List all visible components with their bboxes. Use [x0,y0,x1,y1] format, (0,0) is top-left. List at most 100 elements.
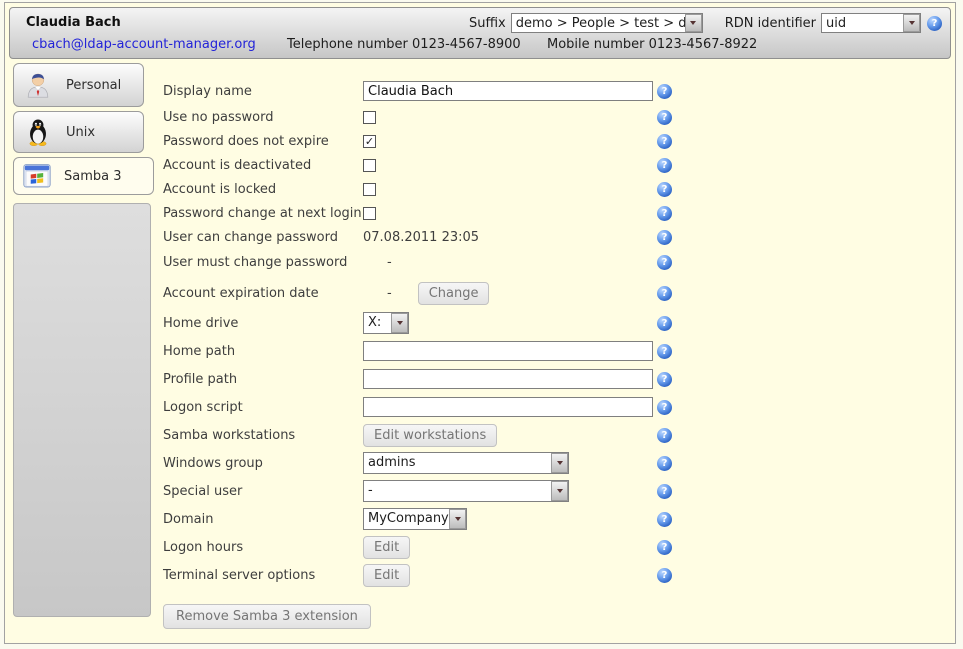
logon-hours-label: Logon hours [163,540,363,555]
home-drive-select[interactable]: X: [363,312,409,334]
help-icon[interactable]: ? [657,286,672,301]
domain-label: Domain [163,512,363,527]
home-drive-label: Home drive [163,316,363,331]
help-icon[interactable]: ? [657,372,672,387]
help-icon[interactable]: ? [657,206,672,221]
password-change-at-next-login-checkbox[interactable] [363,207,376,220]
logon-script-input[interactable] [363,397,653,417]
help-icon[interactable]: ? [657,428,672,443]
windows-group-select[interactable]: admins [363,452,569,474]
tab-personal[interactable]: Personal [13,63,144,107]
help-icon[interactable]: ? [657,110,672,125]
tab-samba3[interactable]: Samba 3 [13,157,154,195]
field-control: Edit workstations [363,424,657,447]
field-control [363,369,657,389]
help-icon[interactable]: ? [657,512,672,527]
form-row: Password change at next login? [163,201,723,225]
account-expiration-date-label: Account expiration date [163,286,363,301]
chevron-down-icon[interactable] [551,481,568,501]
help-icon[interactable]: ? [657,568,672,583]
field-control: Edit [363,564,657,587]
profile-path-label: Profile path [163,372,363,387]
chevron-down-icon[interactable] [391,313,408,333]
form-row: DomainMyCompany? [163,505,723,533]
user-can-change-password-value: 07.08.2011 23:05 [363,230,479,245]
rdn-identifier-label: RDN identifier [725,16,816,31]
email-link[interactable]: cbach@ldap-account-manager.org [32,37,256,52]
suffix-select[interactable]: demo > People > test > de [511,13,703,33]
help-icon[interactable]: ? [657,84,672,99]
change-button[interactable]: Change [418,282,490,305]
help-icon[interactable]: ? [657,134,672,149]
use-no-password-checkbox[interactable] [363,111,376,124]
form-row: Display name? [163,77,723,105]
user-must-change-password-value: - [387,255,392,270]
form-row: Special user-? [163,477,723,505]
form-row: Use no password? [163,105,723,129]
form-row: Account expiration date - Change? [163,277,723,309]
home-path-input[interactable] [363,341,653,361]
form-row: Logon script? [163,393,723,421]
password-does-not-expire-label: Password does not expire [163,134,363,149]
tab-label: Unix [66,125,95,140]
domain-select[interactable]: MyCompany [363,508,467,530]
help-icon[interactable]: ? [657,316,672,331]
special-user-select[interactable]: - [363,480,569,502]
chevron-down-icon[interactable] [903,14,920,32]
account-is-deactivated-label: Account is deactivated [163,158,363,173]
field-control: admins [363,452,657,474]
help-icon[interactable]: ? [657,230,672,245]
rdn-identifier-select[interactable]: uid [821,13,921,33]
form-row: Home path? [163,337,723,365]
help-icon[interactable]: ? [657,158,672,173]
select-value: X: [364,313,391,333]
form-row: Samba workstationsEdit workstations? [163,421,723,449]
help-icon[interactable]: ? [657,484,672,499]
form-row: Terminal server optionsEdit? [163,561,723,589]
password-change-at-next-login-label: Password change at next login [163,206,363,221]
account-editor: Claudia Bach Suffix demo > People > test… [4,2,956,644]
chevron-down-icon[interactable] [449,509,466,529]
windows-icon [23,164,51,188]
remove-samba3-extension-button[interactable]: Remove Samba 3 extension [163,604,371,629]
form-row: Account is deactivated? [163,153,723,177]
logon-script-label: Logon script [163,400,363,415]
field-control [363,207,657,220]
form-row: Windows groupadmins? [163,449,723,477]
samba-workstations-label: Samba workstations [163,428,363,443]
select-value: - [364,481,551,501]
account-is-deactivated-checkbox[interactable] [363,159,376,172]
form-row: User must change password-? [163,250,723,275]
display-name-input[interactable] [363,81,653,101]
form-row: User can change password07.08.2011 23:05… [163,225,723,250]
header-controls: Suffix demo > People > test > de RDN ide… [469,13,942,33]
chevron-down-icon[interactable] [685,14,702,32]
chevron-down-icon[interactable] [551,453,568,473]
help-icon[interactable]: ? [927,16,942,31]
field-control: Edit [363,536,657,559]
password-does-not-expire-checkbox[interactable]: ✓ [363,135,376,148]
mobile-number: Mobile number 0123-4567-8922 [547,37,757,52]
edit-workstations-button[interactable]: Edit workstations [363,424,497,447]
help-icon[interactable]: ? [657,540,672,555]
account-is-locked-checkbox[interactable] [363,183,376,196]
home-path-label: Home path [163,344,363,359]
field-control: ✓ [363,135,657,148]
field-control: 07.08.2011 23:05 [363,230,657,245]
sidebar-panel [13,203,151,617]
edit-button[interactable]: Edit [363,564,410,587]
samba3-form: Display name?Use no password? Password do… [163,77,723,629]
field-control [363,81,657,101]
form-row: Home driveX:? [163,309,723,337]
field-control: - [363,255,657,270]
edit-button[interactable]: Edit [363,536,410,559]
tab-unix[interactable]: Unix [13,111,144,153]
help-icon[interactable]: ? [657,400,672,415]
help-icon[interactable]: ? [657,456,672,471]
account-expiration-date-value: - [387,286,392,301]
profile-path-input[interactable] [363,369,653,389]
help-icon[interactable]: ? [657,344,672,359]
field-control: MyCompany [363,508,657,530]
help-icon[interactable]: ? [657,255,672,270]
help-icon[interactable]: ? [657,182,672,197]
